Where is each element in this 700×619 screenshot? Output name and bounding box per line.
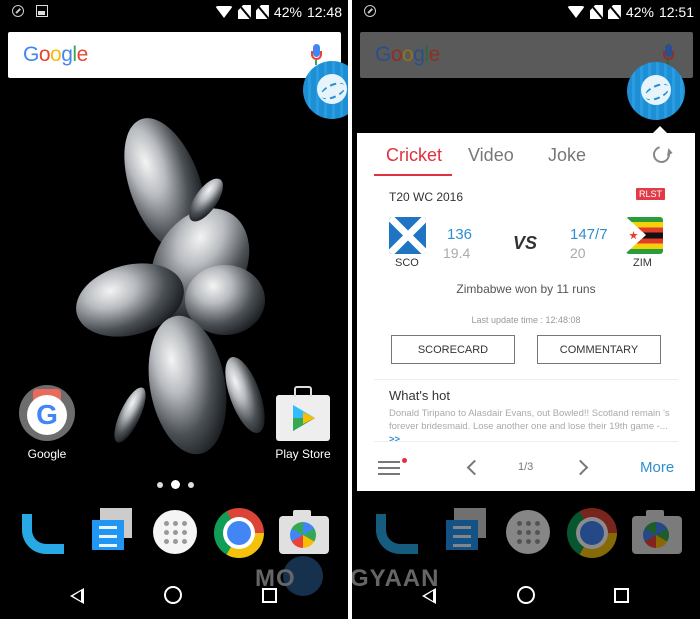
- scorecard-button[interactable]: SCORECARD: [391, 335, 515, 364]
- dock-chrome[interactable]: [214, 508, 264, 558]
- divider: [374, 441, 678, 442]
- chrome-icon: [214, 508, 264, 558]
- app-google[interactable]: G Google: [17, 385, 77, 461]
- no-sim-icon: [237, 5, 251, 19]
- cricket-score-panel: Cricket Video Joke T20 WC 2016 RLST SCO …: [357, 126, 695, 491]
- page-dot-active: [171, 480, 180, 489]
- menu-icon[interactable]: [378, 461, 400, 475]
- panel-tabs: Cricket Video Joke: [357, 133, 695, 176]
- app-play-store[interactable]: Play Store: [270, 386, 336, 461]
- panel-footer: 1/3 More: [357, 445, 695, 491]
- page-dot: [188, 481, 194, 488]
- google-app-icon: G: [19, 385, 75, 441]
- home-screen-right: 42% 12:51 Google GYAAN Cricket Video Jok…: [352, 0, 700, 619]
- messenger-icon: [92, 520, 124, 550]
- zimbabwe-flag-icon: [626, 217, 663, 254]
- data-saver-icon: [12, 5, 24, 17]
- back-button[interactable]: [422, 588, 436, 604]
- page-dot: [157, 481, 163, 488]
- scotland-flag-icon: [389, 217, 426, 254]
- app-label: Google: [27, 447, 67, 461]
- dock-camera[interactable]: [279, 508, 329, 558]
- google-logo: Google: [23, 43, 88, 66]
- messenger-icon: [446, 520, 478, 550]
- back-button[interactable]: [70, 588, 84, 604]
- dock-phone[interactable]: [374, 508, 424, 558]
- chevron-left-icon[interactable]: [466, 459, 483, 476]
- screenshot-icon: [36, 5, 48, 17]
- dock-phone[interactable]: [20, 508, 70, 558]
- team2-score: 147/7: [570, 226, 608, 243]
- data-saver-icon: [364, 5, 376, 17]
- camera-icon: [632, 510, 682, 554]
- dock-messenger[interactable]: [86, 508, 136, 558]
- divider: [374, 379, 678, 380]
- phone-icon: [376, 514, 418, 554]
- chrome-icon: [567, 508, 617, 558]
- dock-camera[interactable]: [632, 508, 682, 558]
- status-bar: 42% 12:51: [352, 0, 700, 24]
- chevron-right-icon[interactable]: [572, 459, 589, 476]
- read-more-link[interactable]: >>: [389, 434, 400, 445]
- notification-dot: [402, 458, 407, 463]
- team2-code: ZIM: [633, 257, 652, 269]
- nav-bar: [0, 574, 348, 618]
- versus-label: VS: [513, 233, 538, 253]
- tab-joke[interactable]: Joke: [548, 145, 586, 166]
- home-button[interactable]: [164, 586, 182, 604]
- home-screen-left: 42% 12:48 Google G Google Play Store MO: [0, 0, 348, 619]
- cricket-ball-bubble[interactable]: [627, 62, 685, 120]
- dock-app-drawer[interactable]: [151, 508, 201, 558]
- dock-messenger[interactable]: [440, 508, 490, 558]
- dock: [352, 505, 700, 560]
- whats-hot-title: What's hot: [389, 388, 451, 403]
- battery-percent: 42%: [625, 4, 654, 20]
- no-sim-icon: [589, 5, 603, 19]
- team1-code: SCO: [395, 257, 419, 269]
- dock: [0, 505, 348, 560]
- app-label: Play Store: [275, 447, 331, 461]
- series-title: T20 WC 2016: [389, 190, 464, 204]
- active-tab-underline: [374, 174, 452, 176]
- clock: 12:48: [306, 4, 342, 20]
- more-link[interactable]: More: [640, 459, 674, 476]
- refresh-icon[interactable]: [649, 142, 674, 167]
- cricket-ball-bubble[interactable]: [303, 61, 348, 119]
- play-store-icon: [276, 386, 330, 441]
- dock-app-drawer[interactable]: [504, 508, 554, 558]
- nav-bar: [352, 574, 700, 618]
- camera-icon: [279, 510, 329, 554]
- last-update-time: Last update time : 12:48:08: [471, 315, 581, 325]
- phone-icon: [22, 514, 64, 554]
- page-indicator: 1/3: [518, 461, 534, 473]
- google-logo: Google: [375, 43, 440, 66]
- tab-video[interactable]: Video: [468, 145, 514, 166]
- team2-overs: 20: [570, 245, 586, 261]
- battery-percent: 42%: [273, 4, 302, 20]
- no-sim-icon-2: [255, 5, 269, 19]
- app-drawer-icon: [153, 510, 197, 554]
- wallpaper: [55, 107, 305, 461]
- dock-chrome[interactable]: [567, 508, 617, 558]
- cricket-ball-icon: [317, 74, 347, 104]
- home-button[interactable]: [517, 586, 535, 604]
- tab-cricket[interactable]: Cricket: [386, 145, 442, 166]
- match-result: Zimbabwe won by 11 runs: [456, 282, 596, 296]
- clock: 12:51: [658, 4, 694, 20]
- status-bar: 42% 12:48: [0, 0, 348, 24]
- team1-overs: 19.4: [443, 245, 471, 261]
- wifi-icon: [214, 6, 233, 18]
- team1-score: 136: [447, 226, 473, 243]
- page-indicator: [157, 480, 194, 489]
- cricket-ball-icon: [641, 75, 671, 105]
- no-sim-icon-2: [607, 5, 621, 19]
- app-drawer-icon: [506, 510, 550, 554]
- recents-button[interactable]: [262, 588, 277, 603]
- wifi-icon: [566, 6, 585, 18]
- commentary-button[interactable]: COMMENTARY: [537, 335, 661, 364]
- panel-pointer: [653, 126, 667, 133]
- recents-button[interactable]: [614, 588, 629, 603]
- google-search-bar[interactable]: Google: [8, 32, 341, 78]
- status-badge: RLST: [636, 188, 666, 200]
